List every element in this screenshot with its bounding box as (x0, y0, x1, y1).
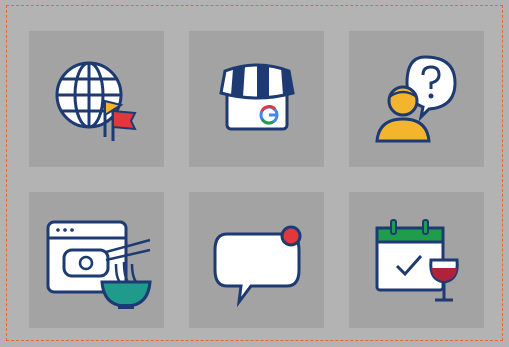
tile-chat-notification[interactable] (189, 192, 324, 328)
tile-person-question[interactable] (349, 31, 484, 167)
person-with-question-icon (374, 55, 457, 143)
globe-with-flags-icon (55, 61, 137, 141)
tile-browser-noodles[interactable] (29, 192, 164, 328)
browser-email-noodles-icon (46, 220, 152, 309)
tile-globe-flags[interactable] (29, 31, 164, 167)
tile-calendar-wine[interactable] (349, 192, 484, 328)
chat-notification-icon (213, 225, 301, 308)
calendar-wine-icon (375, 219, 459, 302)
tile-storefront[interactable] (189, 31, 324, 167)
google-storefront-icon (218, 63, 295, 131)
